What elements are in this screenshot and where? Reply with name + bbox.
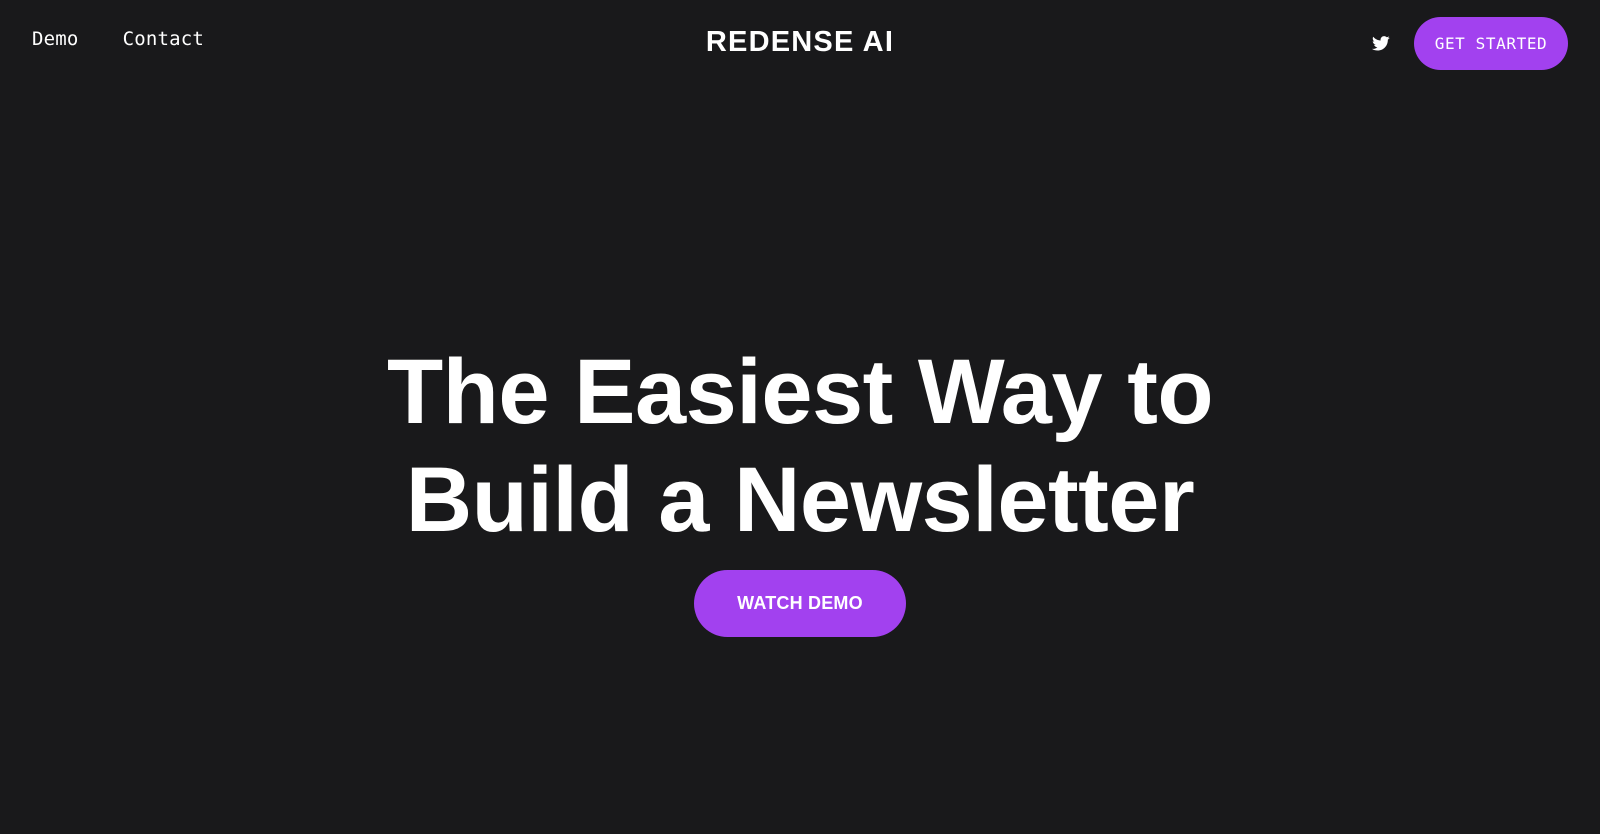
top-nav-actions: GET STARTED bbox=[1370, 17, 1568, 70]
hero-section: The Easiest Way to Build a Newsletter bbox=[0, 338, 1600, 554]
brand-logo: REDENSE AI bbox=[0, 26, 1600, 59]
hero-title-line-2: Build a Newsletter bbox=[405, 449, 1195, 551]
hero-title: The Easiest Way to Build a Newsletter bbox=[0, 338, 1600, 554]
twitter-icon-glyph bbox=[1372, 36, 1390, 51]
landing-page: Demo Contact REDENSE AI GET STARTED The … bbox=[0, 0, 1600, 834]
brand-name[interactable]: REDENSE AI bbox=[706, 26, 894, 58]
nav-link-demo[interactable]: Demo bbox=[32, 28, 79, 50]
hero-title-line-1: The Easiest Way to bbox=[386, 341, 1214, 443]
top-nav-links: Demo Contact bbox=[32, 28, 204, 50]
watch-demo-button[interactable]: WATCH DEMO bbox=[694, 570, 906, 637]
get-started-button[interactable]: GET STARTED bbox=[1414, 17, 1568, 70]
twitter-icon[interactable] bbox=[1370, 33, 1392, 55]
nav-link-contact[interactable]: Contact bbox=[123, 28, 204, 50]
